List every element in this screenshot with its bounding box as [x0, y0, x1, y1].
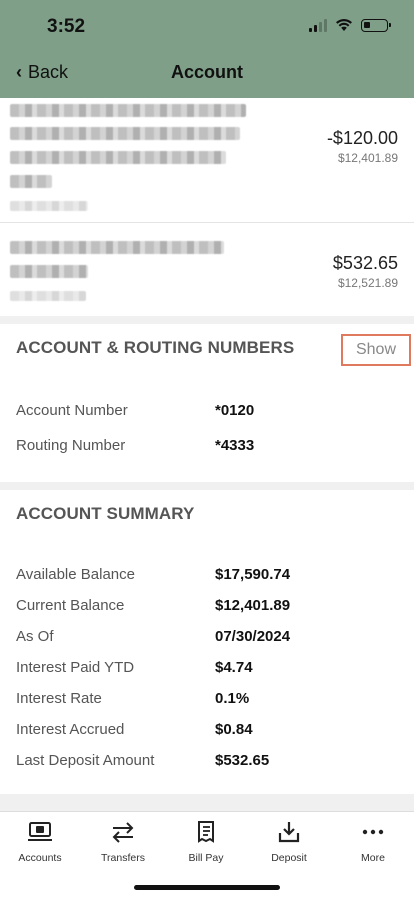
- account-number-label: Account Number: [16, 402, 128, 419]
- home-indicator: [134, 885, 280, 890]
- back-label: Back: [28, 62, 69, 82]
- transaction-balance: $12,401.89: [337, 151, 398, 165]
- routing-number-label: Routing Number: [16, 437, 126, 454]
- summary-card: [0, 490, 414, 794]
- transaction-amount: $532.65: [332, 253, 398, 273]
- status-icons: [309, 18, 391, 32]
- show-numbers-button[interactable]: Show: [341, 334, 411, 366]
- divider: [0, 222, 414, 223]
- interest-rate-value: 0.1%: [215, 690, 250, 707]
- transaction-amount: -$120.00: [326, 128, 398, 148]
- signal-icon: [309, 18, 327, 32]
- status-time: 3:52: [47, 16, 86, 37]
- deposit-icon: [275, 820, 303, 844]
- tab-label: More: [361, 852, 385, 864]
- tab-transfers[interactable]: Transfers: [83, 820, 163, 864]
- current-balance-value: $12,401.89: [215, 597, 291, 614]
- summary-section-title: ACCOUNT SUMMARY: [16, 504, 195, 523]
- routing-number-value: *4333: [215, 437, 255, 454]
- chevron-left-icon: ‹: [16, 62, 22, 82]
- as-of-value: 07/30/2024: [215, 628, 291, 645]
- bill-pay-icon: [192, 820, 220, 844]
- tab-more[interactable]: More: [333, 820, 413, 864]
- last-deposit-amount-value: $532.65: [215, 752, 270, 769]
- tab-label: Transfers: [101, 852, 145, 864]
- transfers-icon: [109, 820, 137, 844]
- tab-accounts[interactable]: Accounts: [0, 820, 80, 864]
- as-of-label: As Of: [16, 628, 54, 645]
- tab-deposit[interactable]: Deposit: [249, 820, 329, 864]
- tab-bill-pay[interactable]: Bill Pay: [166, 820, 246, 864]
- back-button[interactable]: ‹ Back: [16, 62, 68, 83]
- transactions-card: -$120.00 $12,401.89 $532.65 $12,521.89: [0, 98, 414, 316]
- transaction-balance: $12,521.89: [337, 276, 398, 290]
- tab-label: Bill Pay: [188, 852, 224, 864]
- accounts-icon: [26, 820, 54, 844]
- last-deposit-amount-label: Last Deposit Amount: [16, 752, 155, 769]
- available-balance-label: Available Balance: [16, 566, 135, 583]
- wifi-icon: [336, 19, 352, 31]
- routing-section-title: ACCOUNT & ROUTING NUMBERS: [16, 338, 295, 357]
- interest-paid-ytd-value: $4.74: [215, 659, 253, 676]
- interest-accrued-label: Interest Accrued: [16, 721, 125, 738]
- header: 3:52 Account ‹ Back: [0, 0, 414, 98]
- interest-paid-ytd-label: Interest Paid YTD: [16, 659, 135, 676]
- available-balance-value: $17,590.74: [215, 566, 291, 583]
- battery-icon: [361, 18, 391, 32]
- tab-label: Deposit: [271, 852, 307, 864]
- account-number-value: *0120: [215, 402, 255, 419]
- current-balance-label: Current Balance: [16, 597, 125, 614]
- account-screen: 3:52 Account ‹ Back -$120.00 $12,401.89 …: [0, 0, 414, 900]
- interest-accrued-value: $0.84: [215, 721, 253, 738]
- more-icon: [359, 820, 387, 844]
- tab-label: Accounts: [18, 852, 62, 864]
- interest-rate-label: Interest Rate: [16, 690, 102, 707]
